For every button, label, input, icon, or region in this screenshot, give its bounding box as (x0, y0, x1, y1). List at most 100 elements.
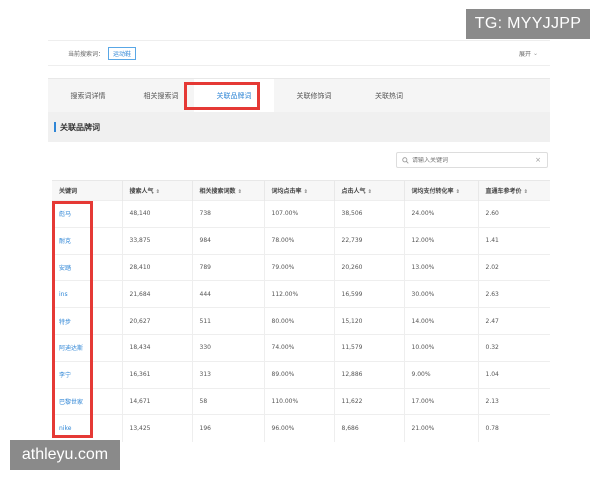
cell-related-count: 444 (192, 280, 265, 308)
sort-icon: ⇕ (523, 189, 528, 195)
cell-related-count: 738 (192, 200, 265, 228)
cell-related-count: 330 (192, 333, 265, 362)
cell-click-rate: 107.00% (264, 200, 335, 228)
header-click-rate[interactable]: 词均点击率 ⇕ (264, 180, 335, 201)
table-row: 彪马 48,140 738 107.00% 38,506 24.00% 2.60 (52, 200, 550, 228)
cell-keyword[interactable]: 巴黎世家 (52, 387, 123, 415)
cell-click-rate: 79.00% (264, 253, 335, 281)
section-accent-bar (54, 122, 56, 132)
sort-icon: ⇕ (455, 189, 460, 195)
cell-click-rate: 110.00% (264, 387, 335, 415)
cell-keyword[interactable]: 阿迪达斯 (52, 333, 123, 362)
cell-search-popularity: 48,140 (122, 200, 193, 228)
cell-click-popularity: 8,686 (334, 414, 405, 442)
current-search-bar: 当前搜索词： 运动鞋 展开 ⌄ (48, 40, 550, 66)
table-row: 安踏 28,410 789 79.00% 20,260 13.00% 2.02 (52, 253, 550, 281)
cell-related-count: 789 (192, 253, 265, 281)
cell-conversion-rate: 14.00% (404, 307, 479, 335)
tab-related-search[interactable]: 相关搜索词 (128, 79, 194, 112)
cell-ref-price: 0.78 (478, 414, 550, 442)
cell-search-popularity: 14,671 (122, 387, 193, 415)
sort-icon: ⇕ (303, 189, 308, 195)
cell-click-popularity: 38,506 (334, 200, 405, 228)
expand-label: 展开 (518, 50, 531, 58)
cell-ref-price: 1.04 (478, 360, 550, 389)
cell-ref-price: 0.32 (478, 333, 550, 362)
cell-click-popularity: 15,120 (334, 307, 405, 335)
cell-related-count: 984 (192, 226, 265, 255)
cell-keyword[interactable]: nike (52, 414, 123, 442)
expand-toggle[interactable]: 展开 ⌄ (519, 49, 538, 58)
cell-click-rate: 80.00% (264, 307, 335, 335)
cell-keyword[interactable]: 耐克 (52, 226, 123, 255)
sort-icon: ⇕ (155, 189, 160, 195)
sort-icon: ⇕ (367, 189, 372, 195)
table-row: 巴黎世家 14,671 58 110.00% 11,622 17.00% 2.13 (52, 387, 550, 415)
table-row: 阿迪达斯 18,434 330 74.00% 11,579 10.00% 0.32 (52, 333, 550, 362)
cell-conversion-rate: 30.00% (404, 280, 479, 308)
cell-related-count: 313 (192, 360, 265, 389)
current-search-label: 当前搜索词： (68, 50, 105, 58)
cell-ref-price: 2.02 (478, 253, 550, 281)
cell-ref-price: 1.41 (478, 226, 550, 255)
search-icon (402, 156, 409, 164)
tab-search-detail[interactable]: 搜索词详情 (48, 79, 128, 112)
cell-click-popularity: 20,260 (334, 253, 405, 281)
cell-conversion-rate: 9.00% (404, 360, 479, 389)
table-row: ins 21,684 444 112.00% 16,599 30.00% 2.63 (52, 280, 550, 308)
clear-icon[interactable]: × (535, 156, 541, 164)
cell-search-popularity: 16,361 (122, 360, 193, 389)
cell-search-popularity: 21,684 (122, 280, 193, 308)
cell-ref-price: 2.60 (478, 200, 550, 228)
cell-search-popularity: 13,425 (122, 414, 193, 442)
cell-conversion-rate: 21.00% (404, 414, 479, 442)
watermark-bottom: athleyu.com (10, 440, 120, 470)
cell-click-rate: 89.00% (264, 360, 335, 389)
table-body: 彪马 48,140 738 107.00% 38,506 24.00% 2.60 耐克 33,8… (52, 200, 550, 442)
cell-click-rate: 96.00% (264, 414, 335, 442)
cell-ref-price: 2.63 (478, 280, 550, 308)
header-click-popularity[interactable]: 点击人气 ⇕ (334, 180, 405, 201)
cell-keyword[interactable]: 彪马 (52, 200, 123, 228)
cell-keyword[interactable]: 安踏 (52, 253, 123, 281)
header-conversion-rate[interactable]: 词均支付转化率 ⇕ (404, 180, 479, 201)
section-title: 关联品牌词 (60, 122, 100, 132)
cell-conversion-rate: 10.00% (404, 333, 479, 362)
cell-conversion-rate: 12.00% (404, 226, 479, 255)
table-row: 特步 20,627 511 80.00% 15,120 14.00% 2.47 (52, 307, 550, 335)
cell-click-rate: 78.00% (264, 226, 335, 255)
cell-click-rate: 112.00% (264, 280, 335, 308)
tab-bar: 搜索词详情 相关搜索词 关联品牌词 关联修饰词 关联热词 (48, 78, 550, 112)
section-header: 关联品牌词 (48, 112, 550, 142)
tab-modifier-words[interactable]: 关联修饰词 (274, 79, 354, 112)
keyword-search-box[interactable]: × (396, 152, 548, 168)
cell-related-count: 511 (192, 307, 265, 335)
table-header-row: 关键词 搜索人气 ⇕ 相关搜索词数 ⇕ 词均点击率 ⇕ 点击人气 ⇕ 词均支付转… (52, 180, 550, 201)
cell-click-rate: 74.00% (264, 333, 335, 362)
cell-click-popularity: 12,886 (334, 360, 405, 389)
cell-search-popularity: 28,410 (122, 253, 193, 281)
cell-conversion-rate: 17.00% (404, 387, 479, 415)
watermark-top: TG: MYYJJPP (466, 9, 590, 39)
brand-keyword-table: 关键词 搜索人气 ⇕ 相关搜索词数 ⇕ 词均点击率 ⇕ 点击人气 ⇕ 词均支付转… (52, 180, 550, 442)
header-related-count[interactable]: 相关搜索词数 ⇕ (192, 180, 265, 201)
header-ref-price[interactable]: 直通车参考价 ⇕ (478, 180, 550, 201)
table-row: nike 13,425 196 96.00% 8,686 21.00% 0.78 (52, 414, 550, 442)
cell-ref-price: 2.13 (478, 387, 550, 415)
header-search-popularity[interactable]: 搜索人气 ⇕ (122, 180, 193, 201)
cell-search-popularity: 33,875 (122, 226, 193, 255)
chevron-down-icon: ⌄ (532, 49, 538, 57)
keyword-search-input[interactable] (412, 156, 522, 164)
tab-brand-words[interactable]: 关联品牌词 (194, 79, 274, 112)
table-row: 耐克 33,875 984 78.00% 22,739 12.00% 1.41 (52, 226, 550, 255)
cell-click-popularity: 11,622 (334, 387, 405, 415)
cell-click-popularity: 16,599 (334, 280, 405, 308)
cell-keyword[interactable]: ins (52, 280, 123, 308)
cell-keyword[interactable]: 特步 (52, 307, 123, 335)
tab-hot-words[interactable]: 关联热词 (354, 79, 424, 112)
cell-keyword[interactable]: 李宁 (52, 360, 123, 389)
current-search-tag[interactable]: 运动鞋 (108, 46, 137, 60)
cell-search-popularity: 20,627 (122, 307, 193, 335)
cell-click-popularity: 22,739 (334, 226, 405, 255)
cell-search-popularity: 18,434 (122, 333, 193, 362)
